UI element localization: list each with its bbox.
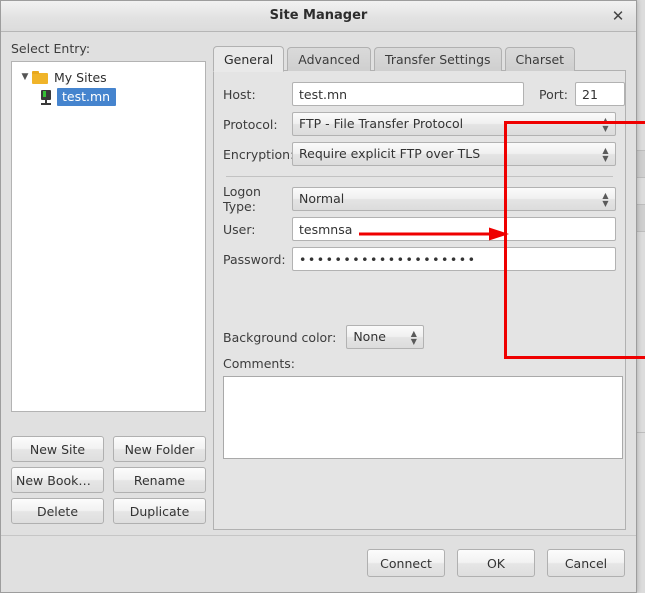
tree-row-my-sites[interactable]: ▼ My Sites	[12, 67, 205, 87]
spinner-icon[interactable]: ▲ ▼	[601, 145, 610, 165]
dialog-body: Select Entry: ▼ My Sites test.mn New Sit…	[1, 32, 645, 592]
chevron-down-icon[interactable]: ▼	[18, 72, 32, 82]
encryption-select[interactable]: Require explicit FTP over TLS ▲ ▼	[292, 142, 616, 166]
background-color-row: Background color: None ▲ ▼	[214, 322, 625, 352]
new-bookmark-button[interactable]: New Bookmark	[11, 467, 104, 493]
protocol-row: Protocol: FTP - File Transfer Protocol ▲…	[214, 109, 625, 139]
select-entry-panel: Select Entry: ▼ My Sites test.mn	[11, 41, 206, 412]
logon-type-row: Logon Type: Normal ▲ ▼	[214, 184, 625, 214]
tabstrip: General Advanced Transfer Settings Chars…	[213, 45, 626, 72]
dialog-title: Site Manager	[269, 8, 368, 23]
host-label: Host:	[223, 86, 256, 102]
select-entry-label: Select Entry:	[11, 41, 91, 56]
user-row: User:	[214, 214, 625, 244]
rename-button[interactable]: Rename	[113, 467, 206, 493]
logon-type-value: Normal	[299, 191, 345, 206]
tab-transfer-settings[interactable]: Transfer Settings	[374, 47, 502, 71]
tab-advanced[interactable]: Advanced	[287, 47, 372, 71]
dialog-footer: Connect OK Cancel	[1, 535, 636, 592]
tree-item-label: test.mn	[57, 88, 117, 106]
dialog-titlebar[interactable]: Site Manager ✕	[1, 1, 636, 32]
protocol-select[interactable]: FTP - File Transfer Protocol ▲ ▼	[292, 112, 616, 136]
duplicate-button[interactable]: Duplicate	[113, 498, 206, 524]
divider	[226, 176, 613, 177]
new-folder-button[interactable]: New Folder	[113, 436, 206, 462]
password-input[interactable]	[292, 247, 616, 271]
encryption-value: Require explicit FTP over TLS	[299, 146, 481, 161]
tree-item-label: My Sites	[54, 69, 107, 85]
close-icon[interactable]: ✕	[608, 7, 628, 27]
background-color-value: None	[353, 329, 386, 344]
encryption-row: Encryption: Require explicit FTP over TL…	[214, 139, 625, 169]
ok-button[interactable]: OK	[457, 549, 535, 577]
protocol-value: FTP - File Transfer Protocol	[299, 116, 464, 131]
site-tree-actions: New Site New Folder New Bookmark Rename …	[11, 436, 206, 524]
user-input[interactable]	[292, 217, 616, 241]
encryption-label: Encryption:	[223, 146, 295, 162]
background-color-label: Background color:	[223, 329, 337, 345]
logon-type-select[interactable]: Normal ▲ ▼	[292, 187, 616, 211]
tab-charset[interactable]: Charset	[504, 47, 576, 71]
spinner-icon[interactable]: ▲ ▼	[601, 190, 610, 210]
tab-general[interactable]: General	[213, 46, 285, 72]
port-input[interactable]	[575, 82, 625, 106]
port-label: Port:	[539, 86, 568, 102]
comments-label: Comments:	[223, 356, 295, 371]
password-label: Password:	[223, 251, 286, 267]
comments-textarea[interactable]	[223, 376, 623, 459]
folder-icon	[32, 70, 48, 84]
server-icon	[40, 89, 52, 105]
spinner-icon[interactable]: ▲ ▼	[409, 328, 418, 348]
site-tree[interactable]: ▼ My Sites test.mn	[11, 61, 206, 412]
password-row: Password:	[214, 244, 625, 274]
spinner-icon[interactable]: ▲ ▼	[601, 115, 610, 135]
protocol-label: Protocol:	[223, 116, 278, 132]
delete-button[interactable]: Delete	[11, 498, 104, 524]
background-color-select[interactable]: None ▲ ▼	[346, 325, 425, 349]
site-manager-dialog: Site Manager ✕ Select Entry: ▼ My Sites …	[0, 0, 645, 593]
logon-type-label: Logon Type:	[223, 184, 261, 214]
new-site-button[interactable]: New Site	[11, 436, 104, 462]
general-tab-panel: Host: Port: Protocol: FTP - File Transfe…	[213, 70, 626, 530]
host-row: Host: Port:	[214, 79, 625, 109]
settings-tabs-area: General Advanced Transfer Settings Chars…	[213, 45, 645, 530]
host-input[interactable]	[292, 82, 524, 106]
tree-row-test-mn[interactable]: test.mn	[12, 87, 205, 107]
connect-button[interactable]: Connect	[367, 549, 445, 577]
cancel-button[interactable]: Cancel	[547, 549, 625, 577]
user-label: User:	[223, 221, 256, 237]
